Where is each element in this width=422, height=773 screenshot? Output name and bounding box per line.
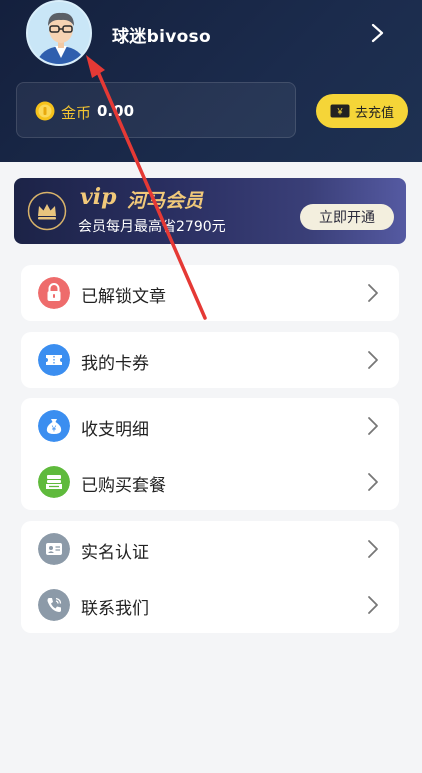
coin-balance-box: 金币 0.00 <box>16 82 296 138</box>
vip-banner[interactable]: vip 河马会员 会员每月最高省2790元 立即开通 <box>14 178 406 244</box>
ticket-icon <box>38 344 70 376</box>
username[interactable]: 球迷bivoso <box>112 22 211 47</box>
chevron-right-icon <box>368 351 378 369</box>
menu-label: 实名认证 <box>81 543 149 563</box>
menu-item-contact-us[interactable]: 联系我们 <box>21 577 399 633</box>
chevron-right-icon <box>368 417 378 435</box>
vip-subtitle: 会员每月最高省2790元 <box>78 219 226 235</box>
avatar[interactable] <box>26 0 92 66</box>
svg-text:¥: ¥ <box>336 107 343 117</box>
wallet-icon: ¥ <box>330 104 350 118</box>
menu-item-purchased-plans[interactable]: 已购买套餐 <box>21 454 399 510</box>
chevron-right-icon <box>368 596 378 614</box>
vip-title: 河马会员 <box>127 190 204 212</box>
chevron-right-icon <box>368 540 378 558</box>
menu-label: 已购买套餐 <box>81 476 166 496</box>
vip-activate-button[interactable]: 立即开通 <box>300 204 394 230</box>
menu-label: 联系我们 <box>81 599 149 619</box>
avatar-person-icon <box>28 2 90 64</box>
phone-icon <box>38 589 70 621</box>
package-icon <box>38 466 70 498</box>
lock-icon <box>38 277 70 309</box>
chevron-right-icon[interactable] <box>368 22 388 44</box>
crown-icon <box>27 191 67 231</box>
chevron-right-icon <box>368 284 378 302</box>
menu-item-real-name[interactable]: 实名认证 <box>21 521 399 577</box>
menu-card-articles: 已解锁文章 <box>21 265 399 321</box>
menu-card-account: 实名认证 联系我们 <box>21 521 399 633</box>
menu-label: 收支明细 <box>81 420 149 440</box>
menu-item-unlocked-articles[interactable]: 已解锁文章 <box>21 265 399 321</box>
coin-label: 金币 <box>61 104 92 122</box>
menu-card-finance: ¥ 收支明细 已购买套餐 <box>21 398 399 510</box>
coin-icon <box>35 101 55 121</box>
menu-item-transactions[interactable]: ¥ 收支明细 <box>21 398 399 454</box>
menu-label: 我的卡券 <box>81 354 149 374</box>
money-bag-icon: ¥ <box>38 410 70 442</box>
vip-brand: vip <box>80 184 117 210</box>
id-card-icon <box>38 533 70 565</box>
menu-item-my-coupons[interactable]: 我的卡券 <box>21 332 399 388</box>
chevron-right-icon <box>368 473 378 491</box>
coin-value: 0.00 <box>97 102 135 120</box>
svg-text:¥: ¥ <box>51 425 57 434</box>
recharge-button[interactable]: ¥ 去充值 <box>316 94 408 128</box>
menu-label: 已解锁文章 <box>81 287 166 307</box>
menu-card-coupons: 我的卡券 <box>21 332 399 388</box>
profile-header: 球迷bivoso 金币 0.00 ¥ 去充值 <box>0 0 422 162</box>
recharge-label: 去充值 <box>354 105 394 121</box>
